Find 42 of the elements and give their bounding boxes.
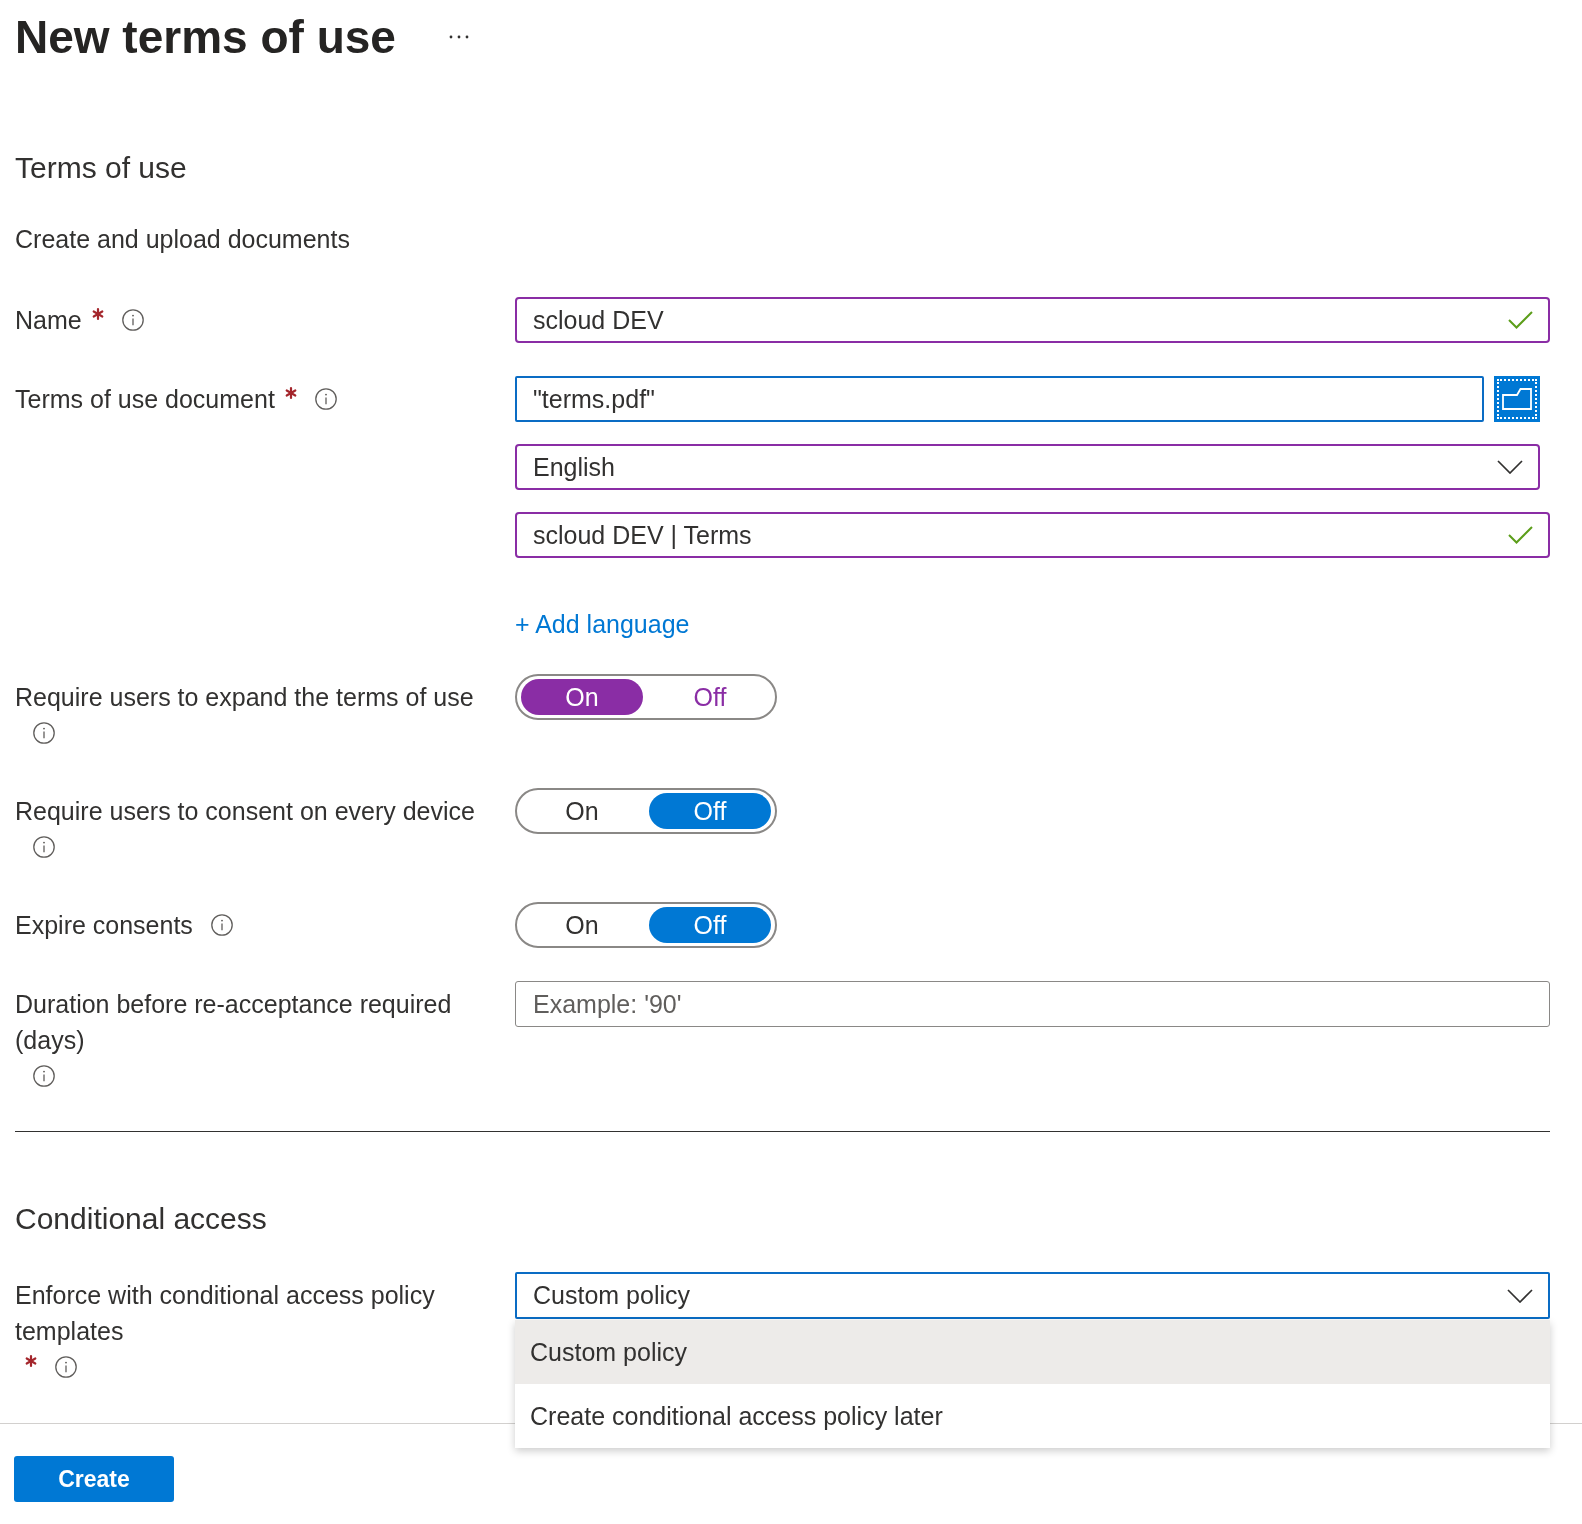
toggle-switch[interactable]: On Off bbox=[515, 674, 777, 720]
field-label: Require users to expand the terms of use bbox=[15, 682, 474, 713]
toggle-option[interactable]: On bbox=[521, 679, 643, 715]
duration-input[interactable]: Example: '90' bbox=[515, 981, 1550, 1027]
toggle-option[interactable]: On bbox=[521, 793, 643, 829]
page-title: New terms of use bbox=[15, 10, 396, 64]
section-heading: Terms of use bbox=[15, 150, 188, 186]
info-icon[interactable] bbox=[33, 1065, 55, 1087]
text-input[interactable]: scloud DEV | Terms bbox=[515, 512, 1550, 558]
section-heading: Conditional access bbox=[15, 1201, 268, 1237]
field-label: Expire consents bbox=[15, 910, 193, 941]
toggle-option[interactable]: Off bbox=[649, 679, 771, 715]
menu-option[interactable]: Create conditional access policy later bbox=[515, 1384, 1550, 1448]
toggle-option[interactable]: On bbox=[521, 907, 643, 943]
toggle-option[interactable]: Off bbox=[649, 907, 771, 943]
info-icon[interactable] bbox=[33, 722, 55, 744]
chevron-down-icon bbox=[1497, 460, 1523, 474]
chevron-down-icon bbox=[1507, 1288, 1533, 1303]
field-label: Terms of use document bbox=[15, 384, 275, 415]
create-button[interactable]: Create bbox=[14, 1456, 174, 1502]
field-label: Enforce with conditional access policy templates bbox=[15, 1280, 436, 1347]
policy-dropdown[interactable]: Custom policy bbox=[515, 1272, 1550, 1319]
add-language-link[interactable]: + Add language bbox=[515, 607, 690, 641]
browse-button[interactable] bbox=[1494, 376, 1540, 422]
info-icon[interactable] bbox=[314, 388, 337, 410]
info-icon[interactable] bbox=[33, 836, 55, 858]
text-input[interactable]: scloud DEV bbox=[515, 297, 1550, 343]
folder-icon bbox=[1502, 388, 1532, 410]
field-label: Name bbox=[15, 305, 82, 336]
field-label: Duration before re-acceptance required (days) bbox=[15, 989, 453, 1056]
info-icon[interactable] bbox=[210, 914, 233, 936]
section-subheading: Create and upload documents bbox=[15, 224, 351, 255]
toggle-switch[interactable]: On Off bbox=[515, 788, 777, 834]
field-label: Require users to consent on every device bbox=[15, 796, 475, 827]
info-icon[interactable] bbox=[121, 309, 144, 331]
more-icon[interactable] bbox=[448, 35, 469, 39]
info-icon[interactable] bbox=[55, 1356, 77, 1378]
file-input[interactable]: "terms.pdf" bbox=[515, 376, 1484, 422]
toggle-option[interactable]: Off bbox=[649, 793, 771, 829]
language-dropdown[interactable]: English bbox=[515, 444, 1540, 490]
toggle-switch[interactable]: On Off bbox=[515, 902, 777, 948]
menu-option[interactable]: Custom policy bbox=[515, 1320, 1550, 1384]
